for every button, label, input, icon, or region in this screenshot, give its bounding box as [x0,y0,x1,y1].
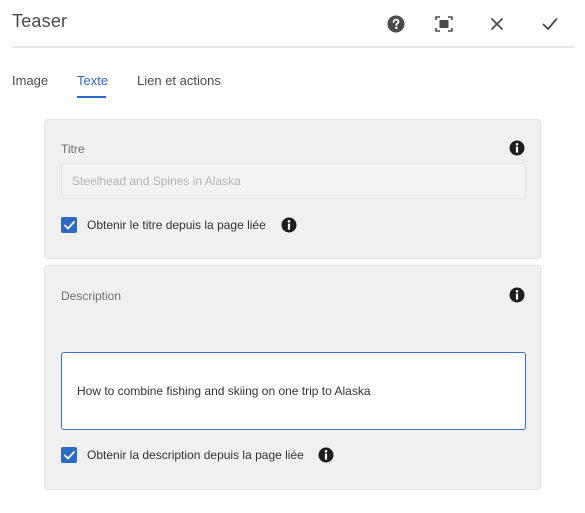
title-input[interactable]: Steelhead and Spines in Alaska [61,163,526,199]
title-from-linked-page-checkbox[interactable] [61,217,77,233]
checkmark-icon [63,450,75,459]
description-checkbox-row: Obtenir la description depuis la page li… [61,447,304,463]
title-label: Titre [61,142,85,156]
help-button[interactable] [384,12,408,36]
description-text: How to combine fishing and skiing on one… [77,384,371,398]
info-icon[interactable] [281,217,297,233]
info-icon[interactable] [509,287,525,303]
info-icon[interactable] [318,447,334,463]
title-checkbox-row: Obtenir le titre depuis la page liée [61,217,266,233]
dialog-header: Teaser [0,0,585,48]
tab-image[interactable]: Image [12,73,48,88]
close-icon [491,18,503,30]
checkmark-icon [542,18,558,30]
description-checkbox-label: Obtenir la description depuis la page li… [87,448,304,462]
description-panel: Description How to combine fishing and s… [44,265,541,490]
header-divider [12,46,574,48]
description-textarea[interactable]: How to combine fishing and skiing on one… [61,352,526,430]
active-tab-indicator [77,96,106,98]
checkmark-icon [63,220,75,229]
info-icon[interactable] [509,140,525,156]
fullscreen-icon [435,16,453,32]
close-button[interactable] [485,12,509,36]
tab-bar: Image Texte Lien et actions [0,70,585,100]
title-checkbox-label: Obtenir le titre depuis la page liée [87,218,266,232]
description-from-linked-page-checkbox[interactable] [61,447,77,463]
help-icon [387,15,405,33]
done-button[interactable] [538,12,562,36]
fullscreen-button[interactable] [432,12,456,36]
tab-texte[interactable]: Texte [77,73,108,88]
dialog-title: Teaser [12,11,68,31]
description-label: Description [61,289,122,303]
title-panel: Titre Steelhead and Spines in Alaska Obt… [44,119,541,259]
tab-lien-et-actions[interactable]: Lien et actions [137,73,221,88]
